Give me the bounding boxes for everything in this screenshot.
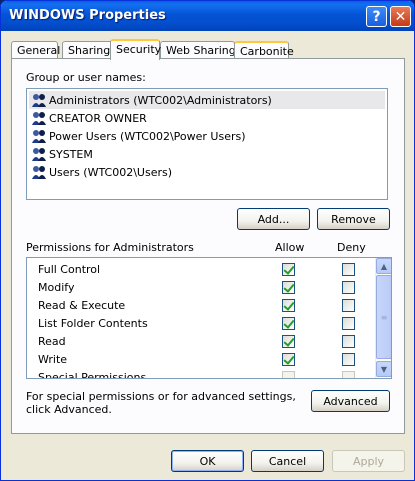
cancel-button[interactable]: Cancel — [251, 450, 324, 472]
allow-checkbox[interactable] — [282, 317, 295, 330]
user-name: Users (WTC002\Users) — [49, 165, 173, 179]
grip-icon: ≡ — [380, 312, 388, 322]
permission-name: Modify — [38, 281, 75, 294]
properties-dialog: WINDOWS Properties ? ✕ General Sharing S… — [0, 0, 415, 481]
security-panel: Group or user names: Administrators (WTC… — [11, 58, 405, 434]
permission-name: Full Control — [38, 263, 101, 276]
permission-row: Modify — [38, 279, 378, 297]
list-item[interactable]: CREATOR OWNER — [29, 109, 385, 127]
tab-carbonite[interactable]: Carbonite — [234, 41, 294, 59]
user-list[interactable]: Administrators (WTC002\Administrators) C… — [26, 88, 388, 200]
permission-name: Write — [38, 353, 68, 366]
deny-checkbox[interactable] — [342, 281, 355, 294]
list-item[interactable]: SYSTEM — [29, 145, 385, 163]
scroll-down-button[interactable]: ▼ — [376, 361, 391, 377]
ok-button[interactable]: OK — [171, 450, 244, 472]
list-item[interactable]: Administrators (WTC002\Administrators) — [29, 91, 385, 109]
deny-checkbox[interactable] — [342, 317, 355, 330]
allow-checkbox[interactable] — [282, 335, 295, 348]
list-item[interactable]: Power Users (WTC002\Power Users) — [29, 127, 385, 145]
tab-security[interactable]: Security — [110, 39, 161, 60]
close-button[interactable]: ✕ — [390, 6, 411, 27]
help-button[interactable]: ? — [366, 6, 387, 27]
group-label: Group or user names: — [26, 71, 146, 84]
scroll-up-button[interactable]: ▲ — [376, 258, 391, 274]
chevron-down-icon: ▼ — [380, 364, 388, 374]
advanced-hint-line1: For special permissions or for advanced … — [26, 390, 296, 403]
allow-checkbox[interactable] — [282, 281, 295, 294]
apply-button[interactable]: Apply — [332, 450, 405, 472]
tab-web-sharing[interactable]: Web Sharing — [160, 41, 236, 59]
allow-checkbox[interactable] — [282, 371, 295, 378]
users-group-icon — [32, 94, 46, 107]
user-name: Power Users (WTC002\Power Users) — [49, 129, 246, 143]
deny-checkbox[interactable] — [342, 353, 355, 366]
permission-name: Special Permissions — [38, 371, 147, 379]
users-group-icon — [32, 166, 46, 179]
permissions-list: Full Control Modify Read & Execute List … — [26, 257, 392, 379]
title-bar[interactable]: WINDOWS Properties ? ✕ — [1, 1, 414, 31]
permission-name: Read & Execute — [38, 299, 126, 312]
permission-row: Full Control — [38, 261, 378, 279]
deny-column-header: Deny — [337, 241, 366, 254]
window-title: WINDOWS Properties — [9, 8, 166, 23]
allow-checkbox[interactable] — [282, 353, 295, 366]
users-group-icon — [32, 130, 46, 143]
permission-row: List Folder Contents — [38, 315, 378, 333]
remove-button[interactable]: Remove — [317, 208, 390, 230]
permission-row: Read & Execute — [38, 297, 378, 315]
deny-checkbox[interactable] — [342, 299, 355, 312]
advanced-button[interactable]: Advanced — [311, 390, 390, 412]
allow-checkbox[interactable] — [282, 263, 295, 276]
user-name: CREATOR OWNER — [49, 111, 147, 125]
user-name: SYSTEM — [49, 147, 93, 161]
chevron-up-icon: ▲ — [380, 261, 388, 271]
user-name: Administrators (WTC002\Administrators) — [49, 93, 272, 107]
allow-checkbox[interactable] — [282, 299, 295, 312]
permission-name: List Folder Contents — [38, 317, 148, 330]
tab-sharing[interactable]: Sharing — [62, 41, 116, 59]
permission-row: Special Permissions — [38, 369, 378, 379]
list-item[interactable]: Users (WTC002\Users) — [29, 163, 385, 181]
help-icon: ? — [372, 8, 381, 25]
advanced-hint-line2: click Advanced. — [26, 403, 112, 416]
scroll-thumb[interactable]: ≡ — [376, 275, 391, 359]
deny-checkbox[interactable] — [342, 371, 355, 378]
allow-column-header: Allow — [275, 241, 305, 254]
close-icon: ✕ — [394, 8, 407, 25]
tab-general[interactable]: General — [11, 41, 60, 59]
users-group-icon — [32, 112, 46, 125]
permissions-scrollbar[interactable]: ▲ ≡ ▼ — [375, 258, 391, 378]
permissions-label: Permissions for Administrators — [26, 241, 194, 254]
deny-checkbox[interactable] — [342, 263, 355, 276]
deny-checkbox[interactable] — [342, 335, 355, 348]
permission-row: Write — [38, 351, 378, 369]
users-group-icon — [32, 148, 46, 161]
permission-row: Read — [38, 333, 378, 351]
permission-name: Read — [38, 335, 66, 348]
add-button[interactable]: Add... — [237, 208, 310, 230]
